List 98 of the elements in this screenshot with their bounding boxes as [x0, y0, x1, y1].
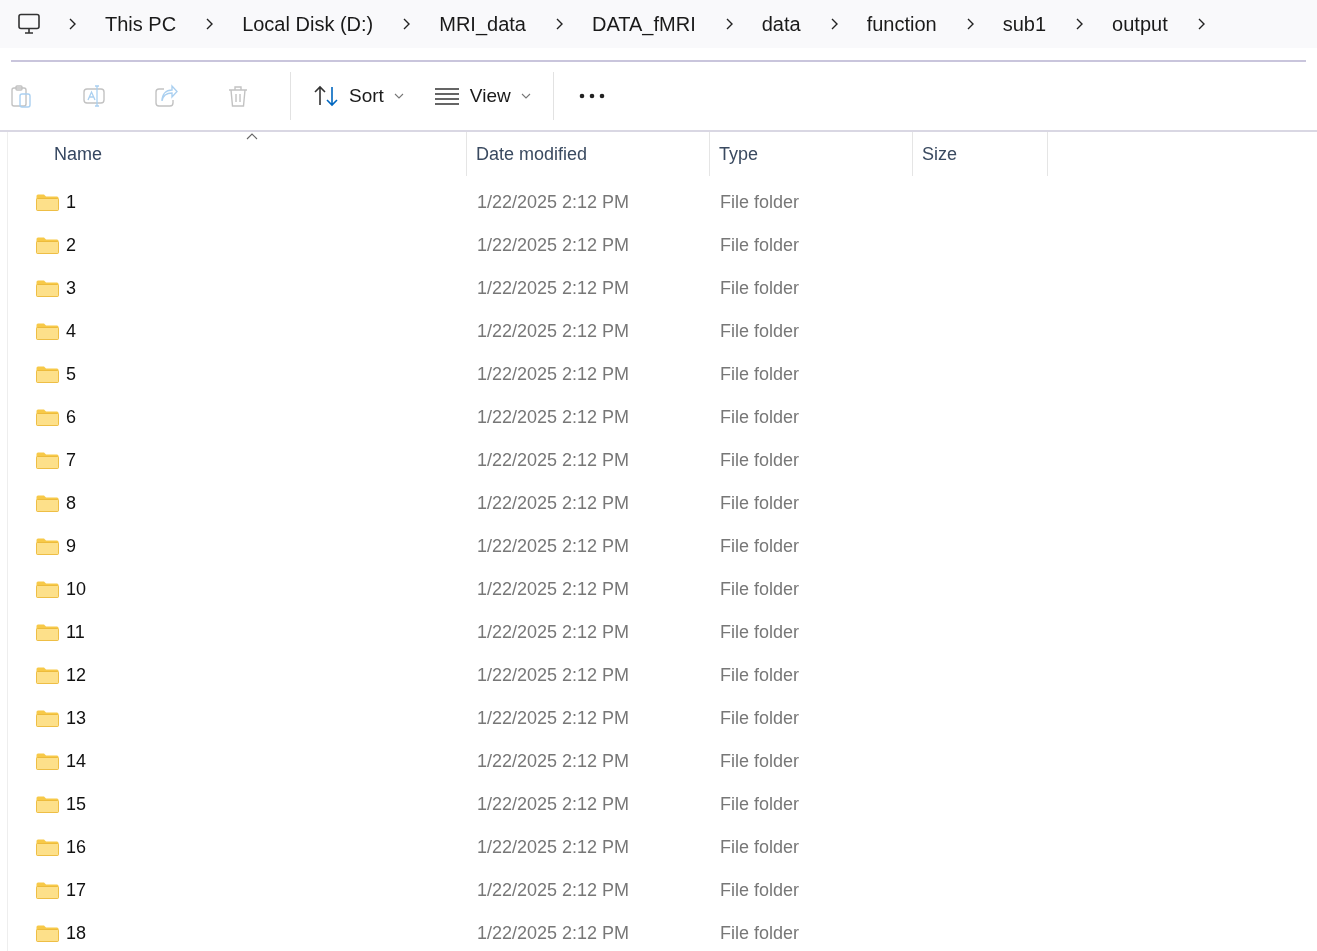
file-name[interactable]: 2: [66, 235, 76, 256]
file-name[interactable]: 8: [66, 493, 76, 514]
date-modified: 1/22/2025 2:12 PM: [476, 493, 631, 514]
date-modified: 1/22/2025 2:12 PM: [476, 751, 631, 772]
date-modified: 1/22/2025 2:12 PM: [476, 278, 631, 299]
date-modified: 1/22/2025 2:12 PM: [476, 622, 631, 643]
ellipsis-icon: [578, 93, 605, 99]
folder-icon[interactable]: [36, 925, 59, 942]
file-name[interactable]: 18: [66, 923, 87, 944]
date-modified: 1/22/2025 2:12 PM: [476, 192, 631, 213]
more-button[interactable]: [578, 93, 605, 99]
file-name[interactable]: 15: [66, 794, 87, 815]
file-name[interactable]: 7: [66, 450, 76, 471]
file-type: File folder: [719, 880, 801, 901]
breadcrumb-item[interactable]: DATA_fMRI: [592, 12, 696, 36]
file-type: File folder: [719, 536, 801, 557]
date-modified: 1/22/2025 2:12 PM: [476, 450, 631, 471]
breadcrumb-item[interactable]: Local Disk (D:): [242, 12, 374, 36]
chevron-down-icon: [520, 92, 531, 100]
column-header[interactable]: Name: [8, 132, 467, 176]
file-name[interactable]: 10: [66, 579, 87, 600]
folder-icon[interactable]: [36, 710, 59, 727]
breadcrumb-item[interactable]: function: [866, 12, 937, 36]
file-type: File folder: [719, 837, 801, 858]
sort-button[interactable]: Sort: [313, 84, 404, 108]
folder-icon[interactable]: [36, 237, 59, 254]
chevron-right-icon[interactable]: [67, 17, 77, 31]
folder-icon[interactable]: [36, 581, 59, 598]
date-modified: 1/22/2025 2:12 PM: [476, 364, 631, 385]
file-type: File folder: [719, 364, 801, 385]
file-type: File folder: [719, 751, 801, 772]
folder-icon[interactable]: [36, 667, 59, 684]
date-modified: 1/22/2025 2:12 PM: [476, 235, 631, 256]
file-type: File folder: [719, 579, 801, 600]
sort-up-icon: [246, 133, 259, 140]
file-type: File folder: [719, 450, 801, 471]
file-type: File folder: [719, 708, 801, 729]
date-modified: 1/22/2025 2:12 PM: [476, 407, 631, 428]
breadcrumb-item[interactable]: output: [1112, 12, 1168, 36]
breadcrumb-item[interactable]: This PC: [105, 12, 177, 36]
chevron-right-icon[interactable]: [204, 17, 215, 31]
date-modified: 1/22/2025 2:12 PM: [476, 880, 631, 901]
date-modified: 1/22/2025 2:12 PM: [476, 321, 631, 342]
file-type: File folder: [719, 923, 801, 944]
file-type: File folder: [719, 192, 801, 213]
folder-icon[interactable]: [36, 624, 59, 641]
date-modified: 1/22/2025 2:12 PM: [476, 579, 631, 600]
folder-icon[interactable]: [36, 796, 59, 813]
file-name[interactable]: 17: [66, 880, 87, 901]
file-name[interactable]: 1: [66, 192, 76, 213]
date-modified: 1/22/2025 2:12 PM: [476, 708, 631, 729]
folder-icon[interactable]: [36, 366, 59, 383]
file-name[interactable]: 14: [66, 751, 87, 772]
folder-icon[interactable]: [36, 452, 59, 469]
breadcrumb-item[interactable]: data: [761, 12, 801, 36]
folder-icon[interactable]: [36, 753, 59, 770]
folder-icon[interactable]: [36, 409, 59, 426]
file-name[interactable]: 9: [66, 536, 76, 557]
column-header[interactable]: Size: [913, 132, 1048, 176]
file-name[interactable]: 4: [66, 321, 76, 342]
folder-icon[interactable]: [36, 495, 59, 512]
chevron-right-icon[interactable]: [554, 17, 564, 31]
chevron-right-icon[interactable]: [1074, 17, 1085, 31]
date-modified: 1/22/2025 2:12 PM: [476, 923, 631, 944]
file-type: File folder: [719, 622, 801, 643]
folder-icon[interactable]: [36, 280, 59, 297]
file-type: File folder: [719, 794, 801, 815]
folder-icon[interactable]: [36, 882, 59, 899]
file-type: File folder: [719, 235, 801, 256]
file-type: File folder: [719, 493, 801, 514]
date-modified: 1/22/2025 2:12 PM: [476, 536, 631, 557]
file-name[interactable]: 6: [66, 407, 76, 428]
file-name[interactable]: 13: [66, 708, 87, 729]
sort-arrows-icon: [313, 84, 339, 108]
file-type: File folder: [719, 407, 801, 428]
column-header[interactable]: Type: [710, 132, 913, 176]
file-name[interactable]: 11: [66, 622, 85, 643]
folder-icon[interactable]: [36, 839, 59, 856]
file-type: File folder: [719, 278, 801, 299]
folder-icon[interactable]: [36, 538, 59, 555]
column-header[interactable]: Date modified: [467, 132, 710, 176]
date-modified: 1/22/2025 2:12 PM: [476, 837, 631, 858]
file-name[interactable]: 16: [66, 837, 87, 858]
view-button[interactable]: View: [433, 84, 531, 108]
folder-icon[interactable]: [36, 194, 59, 211]
breadcrumb-item[interactable]: MRI_data: [439, 12, 526, 36]
date-modified: 1/22/2025 2:12 PM: [476, 794, 631, 815]
file-type: File folder: [719, 665, 801, 686]
chevron-right-icon[interactable]: [401, 17, 412, 31]
chevron-down-icon: [393, 92, 404, 100]
folder-icon[interactable]: [36, 323, 59, 340]
file-name[interactable]: 12: [66, 665, 87, 686]
file-name[interactable]: 3: [66, 278, 76, 299]
file-type: File folder: [719, 321, 801, 342]
file-name[interactable]: 5: [66, 364, 76, 385]
date-modified: 1/22/2025 2:12 PM: [476, 665, 631, 686]
breadcrumb-item[interactable]: sub1: [1002, 12, 1047, 36]
computer-icon[interactable]: [17, 13, 41, 35]
